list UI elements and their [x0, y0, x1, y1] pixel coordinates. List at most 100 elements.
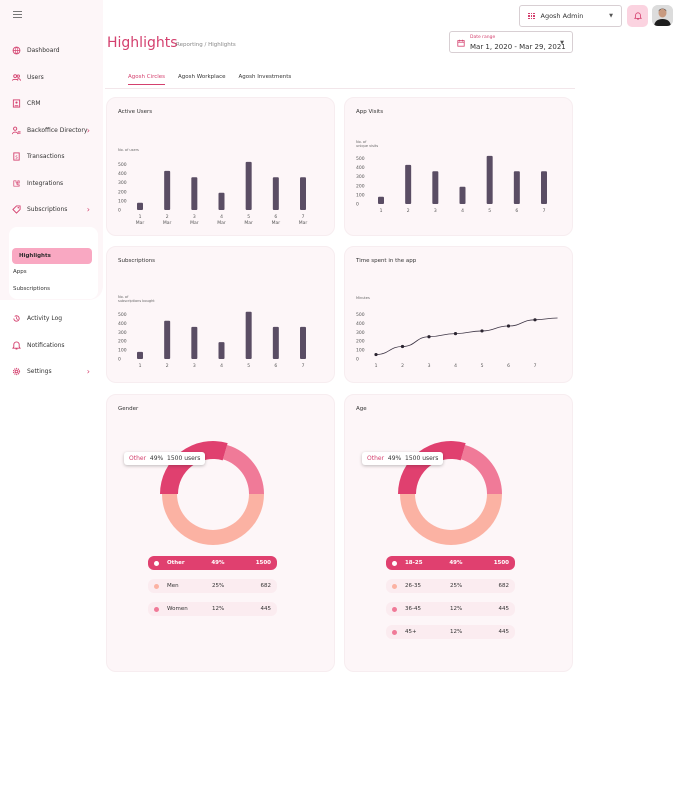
y-tick-label: 300	[356, 330, 365, 336]
date-range-picker[interactable]: Date range Mar 1, 2020 - Mar 29, 2021 ▼	[449, 31, 573, 53]
legend-dot	[154, 560, 159, 566]
legend-row[interactable]: 36-45 12% 445	[386, 602, 515, 616]
y-axis-label: Minutes	[356, 296, 370, 300]
bar[interactable]	[164, 320, 171, 359]
donut-slice[interactable]	[460, 444, 502, 494]
sidebar-item-transactions[interactable]: $ Transactions	[12, 149, 92, 163]
hamburger-menu-icon[interactable]	[13, 11, 22, 18]
bar[interactable]	[513, 171, 520, 204]
bar[interactable]	[137, 202, 143, 210]
tab-agosh-workplace[interactable]: Agosh Workplace	[178, 74, 225, 85]
x-tick-label: Mar	[163, 220, 172, 226]
line-point[interactable]	[453, 332, 458, 336]
subscriptions-icon	[12, 204, 21, 214]
bar[interactable]	[218, 342, 225, 359]
legend-label: 36-45	[405, 606, 421, 612]
sidebar-item-label: Settings	[27, 367, 52, 375]
sidebar-subitem-apps[interactable]: Apps	[13, 269, 27, 275]
donut-slice-active[interactable]	[160, 441, 228, 494]
bar[interactable]	[300, 326, 306, 359]
legend-row[interactable]: Other 49% 1500	[148, 556, 277, 570]
tooltip-pct: 49%	[387, 455, 402, 462]
caret-down-icon: ▼	[560, 40, 564, 46]
bar[interactable]	[541, 171, 547, 204]
x-tick-label: Mar	[299, 220, 308, 226]
bar[interactable]	[486, 155, 493, 204]
legend-count: 682	[498, 583, 510, 589]
donut-slice-active[interactable]	[398, 441, 466, 494]
bar[interactable]	[272, 177, 279, 210]
line-point[interactable]	[400, 344, 405, 349]
sidebar-item-dashboard[interactable]: Dashboard	[12, 43, 92, 57]
bar[interactable]	[218, 192, 225, 210]
legend-count: 682	[260, 583, 272, 589]
sidebar-item-label: Subscriptions	[27, 205, 68, 213]
y-tick-label: 400	[118, 171, 127, 177]
sidebar-item-integrations[interactable]: Integrations	[12, 176, 92, 190]
donut-slice[interactable]	[162, 494, 264, 545]
sidebar-item-backoffice-directory[interactable]: Backoffice Directory ›	[12, 123, 92, 137]
bar[interactable]	[459, 186, 466, 204]
y-tick-label: 400	[356, 165, 365, 171]
bell-icon	[12, 340, 21, 350]
line-point[interactable]	[374, 352, 378, 357]
tab-bar: Agosh Circles Agosh Workplace Agosh Inve…	[128, 74, 291, 85]
tooltip-pct: 49%	[149, 455, 164, 462]
legend-dot	[392, 583, 397, 589]
line-point[interactable]	[480, 329, 484, 333]
sidebar-item-crm[interactable]: CRM	[12, 96, 92, 110]
donut-slice[interactable]	[400, 494, 502, 545]
sidebar-item-notifications[interactable]: Notifications	[12, 338, 92, 352]
breadcrumb[interactable]: Reporting / Highlights	[176, 42, 236, 48]
notifications-button[interactable]	[627, 5, 648, 27]
sidebar-item-settings[interactable]: Settings ›	[12, 364, 92, 378]
legend-percent: 25%	[212, 583, 225, 589]
bar[interactable]	[191, 177, 198, 210]
sidebar-subitem-highlights[interactable]: Highlights	[12, 248, 92, 264]
y-tick-label: 500	[118, 312, 127, 318]
bar[interactable]	[245, 311, 252, 359]
y-tick-label: 0	[118, 208, 121, 214]
y-tick-label: 500	[356, 156, 365, 162]
sidebar-item-subscriptions[interactable]: Subscriptions ›	[12, 202, 92, 216]
line-point[interactable]	[533, 318, 537, 322]
bar[interactable]	[405, 164, 412, 204]
bar[interactable]	[164, 170, 171, 210]
sidebar-item-label: Transactions	[27, 152, 65, 160]
line-point[interactable]	[506, 324, 511, 328]
x-tick-label: Mar	[190, 220, 199, 226]
sidebar-item-users[interactable]: Users	[12, 70, 92, 84]
line-point[interactable]	[427, 335, 431, 339]
x-tick-label: 7	[543, 208, 546, 214]
user-avatar[interactable]	[652, 5, 673, 26]
legend-row[interactable]: 18-25 49% 1500	[386, 556, 515, 570]
bar[interactable]	[191, 326, 198, 359]
sidebar-subitem-subscriptions[interactable]: Subscriptions	[13, 286, 50, 292]
y-tick-label: 400	[356, 321, 365, 327]
legend-row[interactable]: Women 12% 445	[148, 602, 277, 616]
bar[interactable]	[245, 161, 252, 210]
x-tick-label: 1	[380, 208, 383, 214]
y-axis-label: subscriptions bought	[118, 299, 155, 303]
account-select[interactable]: Agosh Admin ▼	[519, 5, 622, 27]
x-tick-label: 2	[166, 214, 169, 220]
bar[interactable]	[378, 196, 384, 204]
donut-slice[interactable]	[222, 444, 264, 494]
bar[interactable]	[300, 177, 306, 210]
legend-dot	[154, 583, 159, 589]
sidebar-item-activity-log[interactable]: Activity Log	[12, 311, 92, 325]
legend-percent: 49%	[449, 560, 463, 566]
tab-agosh-circles[interactable]: Agosh Circles	[128, 74, 166, 85]
legend-row[interactable]: Men 25% 682	[148, 579, 277, 593]
legend-label: Other	[166, 560, 185, 566]
legend-count: 1500	[493, 560, 509, 566]
bar[interactable]	[137, 351, 143, 359]
legend-row[interactable]: 26-35 25% 682	[386, 579, 515, 593]
legend-row[interactable]: 45+ 12% 445	[386, 625, 515, 639]
sidebar-item-label: Activity Log	[27, 314, 63, 322]
bar[interactable]	[432, 171, 439, 204]
tab-agosh-investments[interactable]: Agosh Investments	[238, 74, 291, 85]
bar[interactable]	[272, 326, 279, 359]
y-tick-label: 100	[356, 192, 365, 198]
x-tick-label: 2	[407, 208, 410, 214]
